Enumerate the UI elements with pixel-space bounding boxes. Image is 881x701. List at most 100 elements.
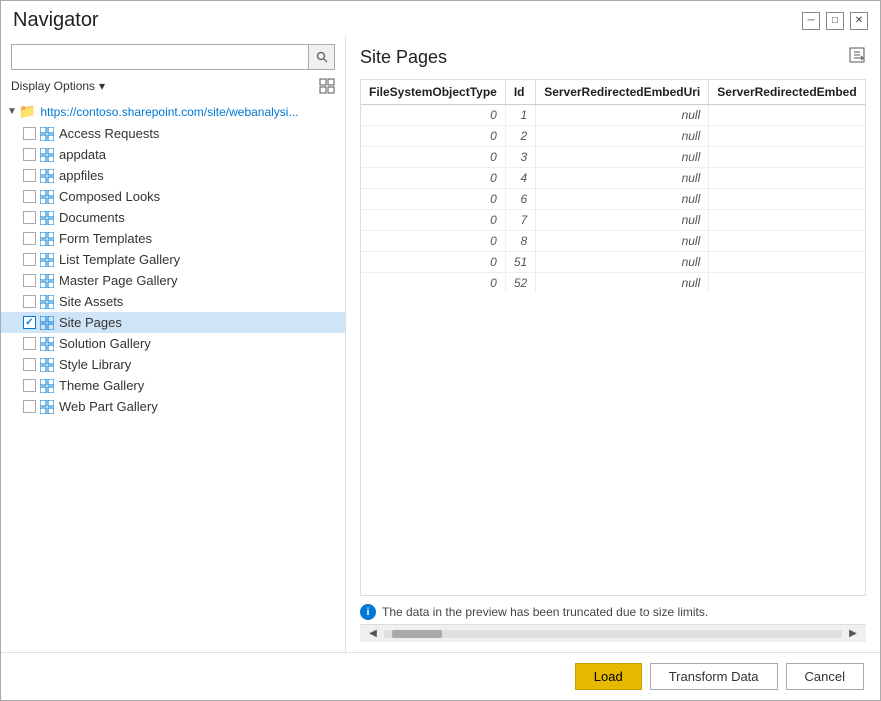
tree-item-label: Access Requests: [59, 126, 159, 141]
tree-item[interactable]: Composed Looks: [1, 186, 345, 207]
tree-item-checkbox[interactable]: [23, 337, 36, 350]
table-cell: 0: [361, 273, 505, 294]
table-header: Id: [505, 80, 535, 105]
folder-icon: 📁: [19, 103, 36, 120]
tree-item[interactable]: Access Requests: [1, 123, 345, 144]
cancel-button[interactable]: Cancel: [786, 663, 864, 690]
load-button[interactable]: Load: [575, 663, 642, 690]
scroll-area: FileSystemObjectTypeIdServerRedirectedEm…: [361, 80, 865, 595]
tree-expand-arrow: ▼: [7, 106, 17, 117]
table-cell: [709, 147, 865, 168]
table-cell: [709, 105, 865, 126]
tree-item[interactable]: Form Templates: [1, 228, 345, 249]
tree-item-checkbox[interactable]: [23, 358, 36, 371]
tree-item-label: Site Assets: [59, 294, 123, 309]
tree-item-checkbox[interactable]: [23, 232, 36, 245]
tree-item-checkbox[interactable]: ✓: [23, 316, 36, 329]
tree-item[interactable]: Theme Gallery: [1, 375, 345, 396]
tree-item-checkbox[interactable]: [23, 127, 36, 140]
main-content: Display Options ▾ ▼ 📁 htt: [1, 36, 880, 652]
display-options-button[interactable]: Display Options ▾: [11, 79, 105, 93]
tree-item-checkbox[interactable]: [23, 295, 36, 308]
transform-data-button[interactable]: Transform Data: [650, 663, 778, 690]
table-row: 04null: [361, 168, 865, 189]
export-button[interactable]: [848, 46, 866, 69]
horizontal-scrollbar[interactable]: ◀ ▶: [360, 624, 866, 642]
table-cell: null: [536, 273, 709, 294]
table-cell: [709, 168, 865, 189]
search-button[interactable]: [308, 45, 334, 69]
tree-item-checkbox[interactable]: [23, 169, 36, 182]
grid-icon: [40, 316, 54, 330]
tree-item-checkbox[interactable]: [23, 400, 36, 413]
table-row: 01null: [361, 105, 865, 126]
table-cell: null: [536, 210, 709, 231]
tree-root[interactable]: ▼ 📁 https://contoso.sharepoint.com/site/…: [1, 100, 345, 123]
tree-item-checkbox[interactable]: [23, 379, 36, 392]
table-cell: 0: [361, 126, 505, 147]
checkmark: ✓: [25, 317, 33, 328]
table-cell: 4: [505, 168, 535, 189]
tree-item-checkbox[interactable]: [23, 274, 36, 287]
title-bar: Navigator ─ □ ✕: [1, 1, 880, 36]
table-cell: null: [536, 252, 709, 273]
tree-item[interactable]: Documents: [1, 207, 345, 228]
table-cell: [709, 252, 865, 273]
export-icon: [848, 46, 866, 64]
minimize-button[interactable]: ─: [802, 12, 820, 30]
table-row: 052null: [361, 273, 865, 294]
table-row: 06null: [361, 189, 865, 210]
scroll-track: [384, 630, 842, 638]
display-options-label: Display Options: [11, 79, 95, 93]
table-cell: 51: [505, 252, 535, 273]
table-cell: 3: [505, 147, 535, 168]
tree-item-label: Composed Looks: [59, 189, 160, 204]
table-cell: null: [536, 126, 709, 147]
table-cell: 0: [361, 147, 505, 168]
search-icon: [316, 51, 328, 63]
tree-item[interactable]: ✓ Site Pages: [1, 312, 345, 333]
search-input[interactable]: [12, 48, 308, 67]
grid-icon: [40, 337, 54, 351]
search-bar: [11, 44, 335, 70]
grid-icon: [40, 190, 54, 204]
truncated-message: i The data in the preview has been trunc…: [360, 596, 866, 624]
select-related-icon: [319, 78, 335, 94]
scroll-left-button[interactable]: ◀: [364, 625, 382, 643]
navigator-dialog: Navigator ─ □ ✕ Display Options: [0, 0, 881, 701]
right-panel: Site Pages FileSystemObjectTypeIdServ: [346, 36, 880, 652]
tree-item[interactable]: Style Library: [1, 354, 345, 375]
table-header: ServerRedirectedEmbedUri: [536, 80, 709, 105]
grid-icon: [40, 274, 54, 288]
display-options-arrow: ▾: [99, 79, 105, 93]
tree-item[interactable]: Master Page Gallery: [1, 270, 345, 291]
left-panel: Display Options ▾ ▼ 📁 htt: [1, 36, 346, 652]
tree-item[interactable]: appfiles: [1, 165, 345, 186]
table-cell: 2: [505, 126, 535, 147]
table-cell: 1: [505, 105, 535, 126]
maximize-button[interactable]: □: [826, 12, 844, 30]
grid-icon: [40, 148, 54, 162]
tree-item[interactable]: List Template Gallery: [1, 249, 345, 270]
table-cell: [709, 126, 865, 147]
scroll-right-button[interactable]: ▶: [844, 625, 862, 643]
tree-item[interactable]: appdata: [1, 144, 345, 165]
tree-item-label: appdata: [59, 147, 106, 162]
tree-item[interactable]: Site Assets: [1, 291, 345, 312]
tree-item-label: Site Pages: [59, 315, 122, 330]
tree-item-checkbox[interactable]: [23, 190, 36, 203]
tree-item-label: Master Page Gallery: [59, 273, 178, 288]
scroll-thumb: [392, 630, 442, 638]
data-table: FileSystemObjectTypeIdServerRedirectedEm…: [361, 80, 865, 293]
close-button[interactable]: ✕: [850, 12, 868, 30]
tree-item[interactable]: Solution Gallery: [1, 333, 345, 354]
select-related-button[interactable]: [319, 78, 335, 94]
tree-item-checkbox[interactable]: [23, 211, 36, 224]
grid-icon: [40, 211, 54, 225]
tree-item-checkbox[interactable]: [23, 148, 36, 161]
tree-item-checkbox[interactable]: [23, 253, 36, 266]
table-cell: 0: [361, 168, 505, 189]
tree-item[interactable]: Web Part Gallery: [1, 396, 345, 417]
table-cell: [709, 273, 865, 294]
window-controls: ─ □ ✕: [802, 12, 868, 30]
